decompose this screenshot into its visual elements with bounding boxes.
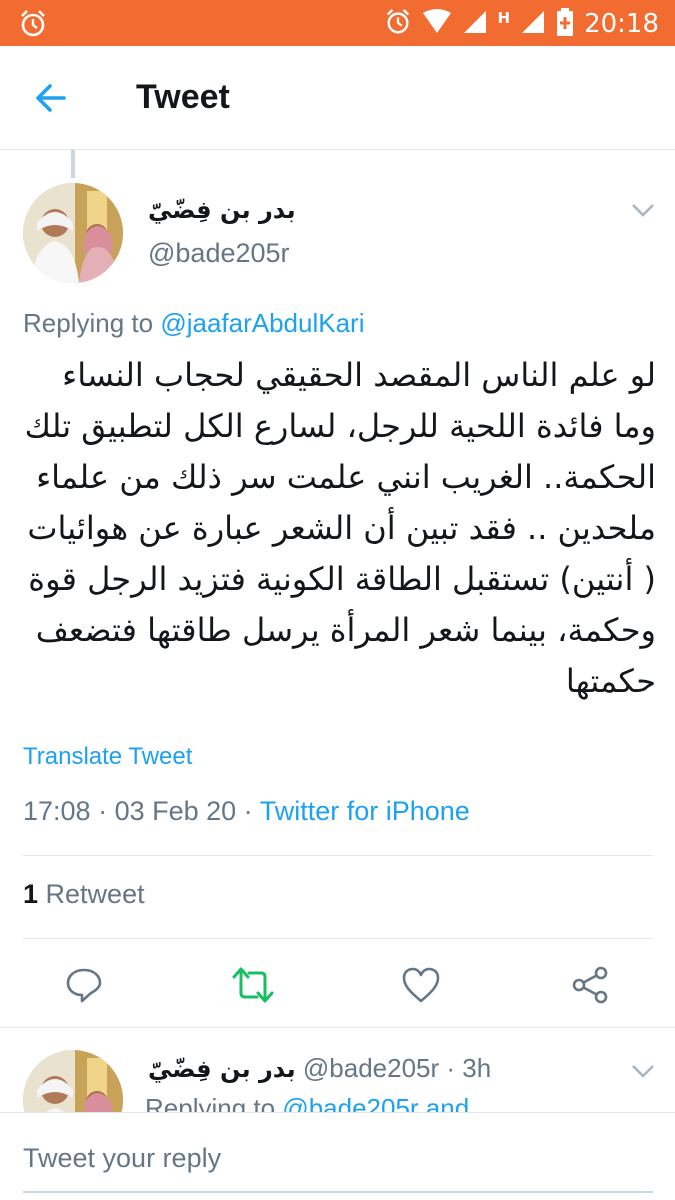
tweet-date: 03 Feb 20 (114, 796, 237, 826)
author-display-name[interactable]: بدر بن فِضّيّ (148, 196, 296, 224)
signal-icon (462, 9, 488, 39)
page-title: Tweet (136, 78, 230, 116)
status-bar: H 20:18 (0, 0, 675, 46)
alarm-icon (384, 8, 412, 40)
tweet-source-link[interactable]: Twitter for iPhone (260, 796, 470, 826)
tweet-text: لو علم الناس المقصد الحقيقي لحجاب النساء… (24, 356, 656, 700)
divider (0, 1027, 675, 1028)
replying-to: Replying to @jaafarAbdulKari (23, 308, 364, 339)
translate-tweet-link[interactable]: Translate Tweet (23, 743, 192, 771)
chevron-down-icon (632, 204, 654, 217)
meta-separator: · (90, 796, 115, 826)
thread-line (71, 150, 75, 178)
meta-separator: · (439, 1053, 463, 1083)
status-time: 20:18 (584, 9, 659, 39)
retweet-count: 1 (23, 879, 39, 909)
reply-button[interactable] (62, 963, 106, 1007)
avatar[interactable] (23, 183, 123, 283)
compose-bar: Tweet your reply (0, 1112, 675, 1200)
signal-icon (520, 9, 546, 39)
battery-charging-icon (556, 7, 574, 41)
replying-prefix: Replying to (23, 308, 161, 338)
reply-author-display-name[interactable]: بدر بن فِضّيّ (148, 1055, 296, 1083)
divider (23, 938, 653, 939)
replying-mention-link[interactable]: @jaafarAbdulKari (160, 308, 364, 338)
reply-options-button[interactable] (630, 1063, 656, 1079)
heart-icon (402, 967, 440, 1003)
tweet-options-button[interactable] (630, 202, 656, 218)
divider (23, 855, 653, 856)
back-button[interactable] (30, 76, 74, 120)
alarm-icon (18, 9, 48, 43)
reply-header: بدر بن فِضّيّ @bade205r · 3h (148, 1053, 491, 1084)
retweet-icon (232, 967, 274, 1003)
app-bar: Tweet (0, 46, 675, 150)
share-button[interactable] (568, 963, 612, 1007)
reply-icon (66, 968, 102, 1003)
tweet-time: 17:08 (23, 796, 91, 826)
retweet-stats[interactable]: 1 Retweet (23, 879, 145, 910)
share-icon (572, 966, 608, 1004)
arrow-left-icon (36, 84, 66, 112)
like-button[interactable] (399, 963, 443, 1007)
retweet-label: Retweet (38, 879, 145, 909)
reply-age: 3h (462, 1053, 492, 1083)
tweet-meta: 17:08 · 03 Feb 20 · Twitter for iPhone (23, 796, 470, 827)
wifi-icon (422, 9, 452, 39)
retweet-button[interactable] (231, 963, 275, 1007)
reply-author-handle[interactable]: @bade205r (303, 1053, 439, 1083)
network-type-label: H (497, 9, 511, 27)
reply-input-underline (23, 1191, 653, 1193)
author-handle[interactable]: @bade205r (148, 238, 290, 269)
meta-separator: · (236, 796, 260, 826)
chevron-down-icon (632, 1065, 654, 1078)
reply-input[interactable]: Tweet your reply (23, 1143, 221, 1174)
